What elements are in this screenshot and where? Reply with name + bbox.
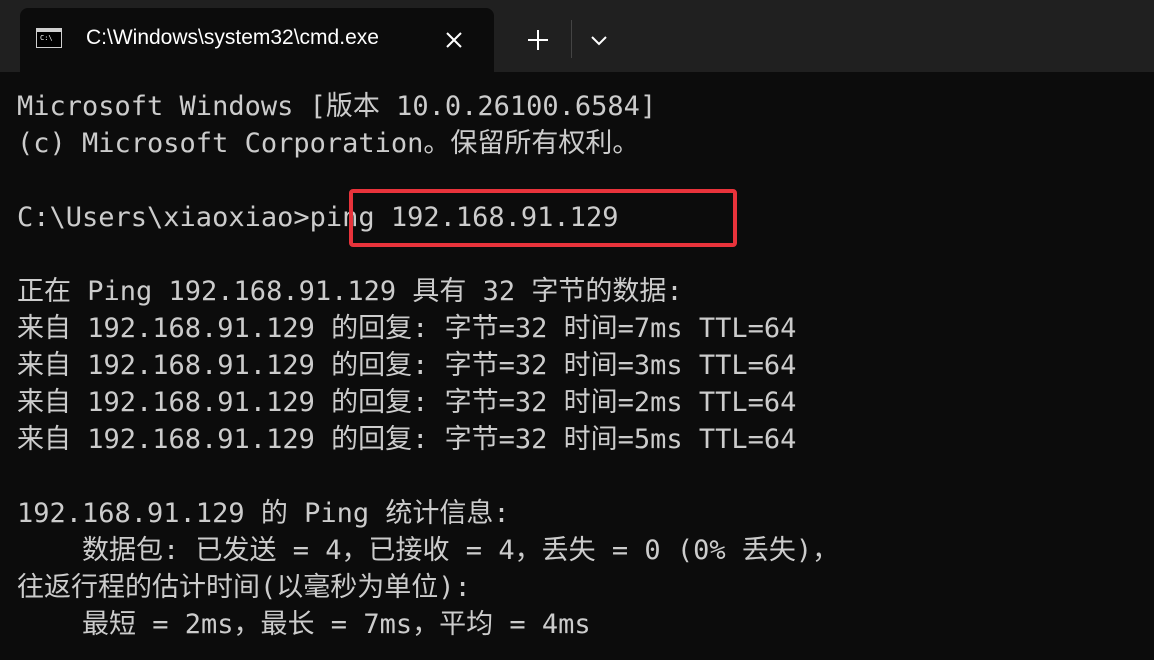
plus-icon[interactable] (520, 22, 556, 58)
terminal-window: C:\ C:\Windows\system32\cmd.exe Microsof… (0, 0, 1154, 660)
console-icon: C:\ (36, 28, 62, 48)
chevron-down-icon[interactable] (584, 26, 614, 56)
tab-divider (571, 20, 572, 58)
stats-header-line: 192.168.91.129 的 Ping 统计信息: (17, 498, 510, 529)
console-line: 正在 Ping 192.168.91.129 具有 32 字节的数据: (17, 276, 683, 307)
ping-reply-line: 来自 192.168.91.129 的回复: 字节=32 时间=2ms TTL=… (17, 387, 797, 418)
close-icon[interactable] (438, 24, 470, 56)
ping-reply-line: 来自 192.168.91.129 的回复: 字节=32 时间=3ms TTL=… (17, 350, 797, 381)
ping-reply-line: 来自 192.168.91.129 的回复: 字节=32 时间=7ms TTL=… (17, 313, 797, 344)
stats-rtt-line: 最短 = 2ms，最长 = 7ms，平均 = 4ms (17, 609, 591, 640)
svg-text:C:\: C:\ (40, 34, 53, 42)
ping-reply-line: 来自 192.168.91.129 的回复: 字节=32 时间=5ms TTL=… (17, 424, 797, 455)
tab-cmd[interactable]: C:\ C:\Windows\system32\cmd.exe (20, 8, 494, 72)
console-line: Microsoft Windows [版本 10.0.26100.6584] (17, 91, 657, 122)
stats-packets-line: 数据包: 已发送 = 4，已接收 = 4，丢失 = 0 (0% 丢失)， (17, 535, 840, 566)
title-bar: C:\ C:\Windows\system32\cmd.exe (0, 0, 1154, 72)
command-highlight-box (349, 189, 737, 247)
console-output[interactable]: Microsoft Windows [版本 10.0.26100.6584] (… (0, 72, 1154, 660)
tab-title: C:\Windows\system32\cmd.exe (86, 26, 379, 49)
stats-rtt-header-line: 往返行程的估计时间(以毫秒为单位): (17, 572, 471, 603)
console-line: (c) Microsoft Corporation。保留所有权利。 (17, 128, 640, 159)
